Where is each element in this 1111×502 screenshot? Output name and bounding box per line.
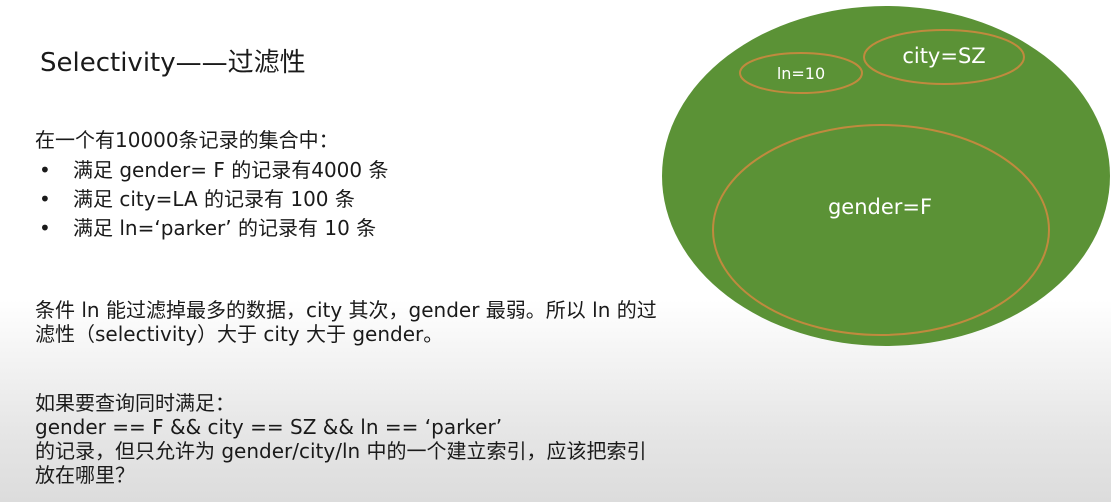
bullet-icon: • [39,216,51,240]
city-set-label: city=SZ [902,44,985,68]
question-text: 如果要查询同时满足： gender == F && city == SZ && … [35,391,647,487]
universe-set [662,6,1110,346]
city-set [863,29,1025,85]
conclusion-text: 条件 ln 能过滤掉最多的数据，city 其次，gender 最弱。所以 ln … [35,298,657,346]
list-item: • 满足 ln=‘parker’ 的记录有 10 条 [35,214,389,243]
bullet-icon: • [39,158,51,182]
conclusion-line: 条件 ln 能过滤掉最多的数据，city 其次，gender 最弱。所以 ln … [35,298,657,322]
slide-title: Selectivity——过滤性 [40,48,306,78]
condition-city: 满足 city=LA 的记录有 100 条 [73,187,355,211]
condition-gender: 满足 gender= F 的记录有4000 条 [73,158,389,182]
question-line: 如果要查询同时满足： [35,391,235,415]
ln-set-label: ln=10 [777,64,825,83]
gender-set-label: gender=F [828,195,932,219]
list-item: • 满足 city=LA 的记录有 100 条 [35,185,389,214]
gender-set [712,124,1050,336]
conclusion-line: 滤性（selectivity）大于 city 大于 gender。 [35,322,444,346]
question-line: gender == F && city == SZ && ln == ‘park… [35,415,503,439]
condition-list: • 满足 gender= F 的记录有4000 条 • 满足 city=LA 的… [35,156,389,243]
ln-set [739,52,863,94]
intro-text: 在一个有10000条记录的集合中： [35,128,339,152]
bullet-icon: • [39,187,51,211]
question-line: 放在哪里？ [35,463,135,487]
condition-ln: 满足 ln=‘parker’ 的记录有 10 条 [73,216,377,240]
list-item: • 满足 gender= F 的记录有4000 条 [35,156,389,185]
question-line: 的记录，但只允许为 gender/city/ln 中的一个建立索引，应该把索引 [35,439,647,463]
